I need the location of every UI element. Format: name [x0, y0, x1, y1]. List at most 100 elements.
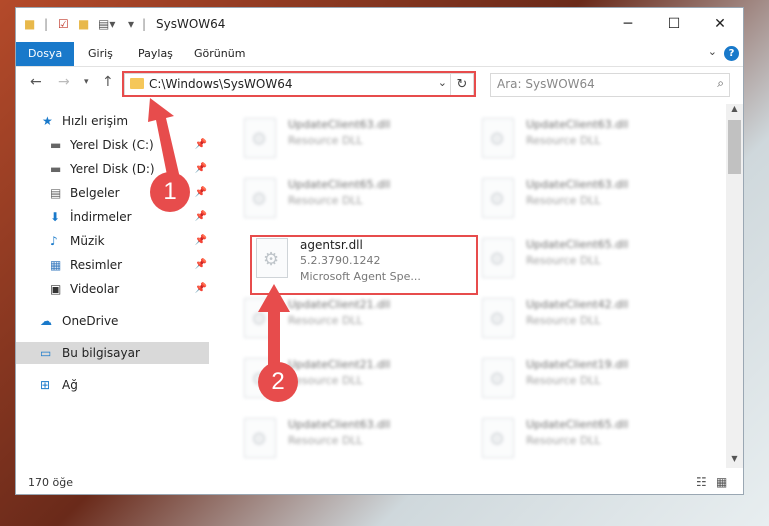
file-name: UpdateClient42.dll: [526, 298, 629, 311]
sidebar-item-pictures[interactable]: ▦ Resimler 📌: [16, 254, 209, 276]
file-name: UpdateClient65.dll: [526, 418, 629, 431]
file-item[interactable]: UpdateClient42.dll Resource DLL: [478, 292, 698, 348]
sidebar-item-downloads[interactable]: ⬇ İndirmeler 📌: [16, 206, 209, 228]
new-folder-icon[interactable]: ■: [78, 17, 89, 31]
sidebar-item-label: İndirmeler: [70, 210, 132, 224]
tab-gorunum[interactable]: Görünüm: [182, 42, 257, 66]
sidebar-item-label: Videolar: [70, 282, 120, 296]
vertical-scrollbar[interactable]: ▲ ▼: [726, 104, 743, 468]
star-icon: ★: [42, 114, 53, 128]
minimize-button[interactable]: ─: [605, 8, 651, 40]
file-type: Resource DLL: [526, 374, 601, 387]
item-count: 170 öğe: [28, 476, 73, 489]
file-name: UpdateClient19.dll: [526, 358, 629, 371]
file-name: UpdateClient63.dll: [288, 418, 391, 431]
download-icon: ⬇: [50, 210, 61, 224]
computer-icon: ▭: [40, 346, 52, 360]
file-name: UpdateClient65.dll: [288, 178, 391, 191]
divider: |: [142, 17, 147, 31]
file-item[interactable]: UpdateClient65.dll Resource DLL: [240, 172, 460, 228]
sidebar-item-network[interactable]: ⊞ Ağ: [16, 374, 209, 396]
sidebar-item-music[interactable]: ♪ Müzik 📌: [16, 230, 209, 252]
folder-icon: ■: [24, 17, 36, 31]
scroll-up-icon[interactable]: ▲: [726, 104, 743, 118]
file-name: UpdateClient21.dll: [288, 358, 391, 371]
dll-file-icon: [482, 358, 514, 398]
documents-icon: ▤: [50, 186, 62, 200]
file-type: Resource DLL: [526, 134, 601, 147]
file-type: Resource DLL: [288, 314, 363, 327]
network-icon: ⊞: [40, 378, 51, 392]
scroll-down-icon[interactable]: ▼: [726, 454, 743, 468]
forward-icon[interactable]: →: [58, 74, 70, 90]
dll-file-icon: [482, 118, 514, 158]
dll-file-icon: [482, 418, 514, 458]
sidebar-item-label: Bu bilgisayar: [62, 346, 140, 360]
properties-icon[interactable]: ☑: [58, 17, 69, 31]
pin-icon[interactable]: 📌: [195, 254, 207, 276]
pin-icon[interactable]: 📌: [195, 278, 207, 300]
step-badge-2: 2: [258, 362, 298, 402]
tab-paylas[interactable]: Paylaş: [126, 42, 185, 66]
sidebar-item-label: OneDrive: [62, 314, 119, 328]
file-type: Resource DLL: [526, 194, 601, 207]
sidebar-item-label: Ağ: [62, 378, 78, 392]
file-name: UpdateClient63.dll: [526, 118, 629, 131]
sidebar-item-label: Müzik: [70, 234, 105, 248]
file-item[interactable]: UpdateClient65.dll Resource DLL: [478, 412, 698, 468]
maximize-button[interactable]: ☐: [651, 8, 697, 40]
drive-icon: ▬: [50, 138, 62, 152]
file-item[interactable]: UpdateClient63.dll Resource DLL: [478, 172, 698, 228]
pin-icon[interactable]: 📌: [195, 230, 207, 252]
customize-icon[interactable]: ▤▾: [98, 17, 115, 31]
sidebar-item-this-pc[interactable]: ▭ Bu bilgisayar: [16, 342, 209, 364]
up-icon[interactable]: ↑: [102, 74, 114, 90]
file-item[interactable]: UpdateClient63.dll Resource DLL: [240, 112, 460, 168]
sidebar-item-label: Belgeler: [70, 186, 120, 200]
file-type: Resource DLL: [288, 434, 363, 447]
ribbon-tabs: Dosya Giriş Paylaş Görünüm ⌄ ?: [16, 42, 743, 67]
recent-dropdown-icon[interactable]: ▾: [84, 77, 89, 87]
sidebar-item-onedrive[interactable]: ☁ OneDrive: [16, 310, 209, 332]
dll-file-icon: [482, 298, 514, 338]
search-input[interactable]: Ara: SysWOW64: [497, 77, 595, 91]
status-bar: 170 öğe ☷ ▦: [16, 470, 743, 494]
file-item[interactable]: UpdateClient63.dll Resource DLL: [478, 112, 698, 168]
dll-file-icon: [244, 118, 276, 158]
pictures-icon: ▦: [50, 258, 62, 272]
back-icon[interactable]: ←: [30, 74, 42, 90]
file-type: Resource DLL: [288, 374, 363, 387]
scrollbar-thumb[interactable]: [728, 120, 741, 174]
music-icon: ♪: [50, 234, 58, 248]
tab-dosya[interactable]: Dosya: [16, 42, 75, 66]
window-title: SysWOW64: [156, 17, 226, 31]
divider: |: [44, 17, 49, 31]
pin-icon[interactable]: 📌: [195, 206, 207, 228]
step-badge-1: 1: [150, 172, 190, 212]
help-icon[interactable]: ?: [724, 46, 739, 61]
tab-giris[interactable]: Giriş: [76, 42, 125, 66]
drive-icon: ▬: [50, 162, 62, 176]
file-item[interactable]: UpdateClient63.dll Resource DLL: [240, 412, 460, 468]
quick-access-dropdown-icon[interactable]: ▾: [128, 17, 134, 31]
file-name: UpdateClient21.dll: [288, 298, 391, 311]
large-icons-view-icon[interactable]: ▦: [716, 475, 727, 489]
ribbon-expand-icon[interactable]: ⌄: [708, 45, 717, 58]
explorer-window: ■ | ☑ ■ ▤▾ ▾ | SysWOW64 ─ ☐ ✕ Dosya Giri…: [16, 8, 743, 494]
file-name: UpdateClient65.dll: [526, 238, 629, 251]
close-button[interactable]: ✕: [697, 8, 743, 40]
sidebar-item-videos[interactable]: ▣ Videolar 📌: [16, 278, 209, 300]
file-item[interactable]: UpdateClient19.dll Resource DLL: [478, 352, 698, 408]
videos-icon: ▣: [50, 282, 62, 296]
file-name: UpdateClient63.dll: [526, 178, 629, 191]
file-item[interactable]: UpdateClient65.dll Resource DLL: [478, 232, 698, 288]
file-name: UpdateClient63.dll: [288, 118, 391, 131]
sidebar-item-label: Hızlı erişim: [62, 114, 129, 128]
dll-file-icon: [482, 178, 514, 218]
details-view-icon[interactable]: ☷: [696, 475, 707, 489]
search-icon: ⌕: [717, 76, 724, 90]
sidebar-item-label: Resimler: [70, 258, 123, 272]
dll-file-icon: [244, 418, 276, 458]
search-box[interactable]: Ara: SysWOW64 ⌕: [490, 73, 730, 97]
file-type: Resource DLL: [526, 314, 601, 327]
